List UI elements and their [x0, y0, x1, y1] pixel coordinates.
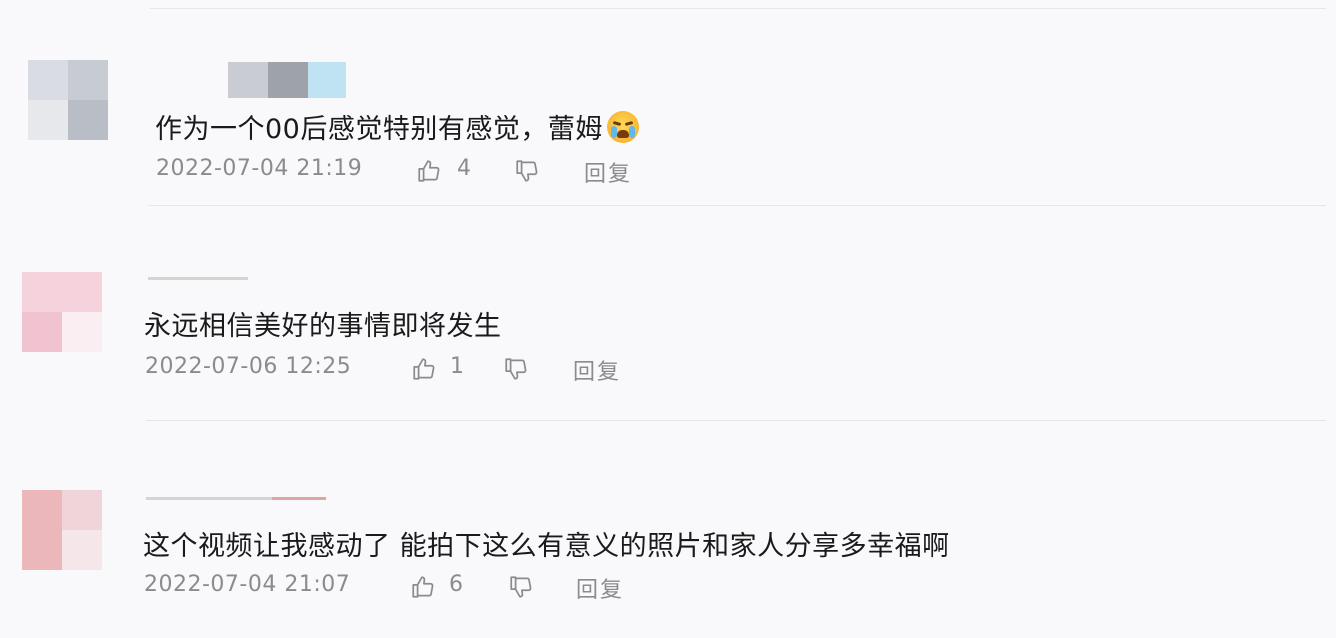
comment-list: 作为一个00后感觉特别有感觉，蕾姆 2022-07-04 21:19 4 回复 …: [0, 0, 1336, 638]
comment-text: 作为一个00后感觉特别有感觉，蕾姆: [155, 107, 639, 146]
loudly-crying-face-icon: [606, 111, 639, 143]
divider: [148, 205, 1326, 206]
comment-meta: 2022-07-04 21:07 6 回复: [144, 572, 664, 604]
comment-item: 永远相信美好的事情即将发生 2022-07-06 12:25 1 回复: [0, 210, 1336, 420]
reply-button[interactable]: 回复: [576, 572, 624, 604]
reply-button[interactable]: 回复: [584, 156, 632, 188]
like-count: 1: [450, 354, 464, 379]
avatar[interactable]: [22, 272, 102, 352]
thumbs-down-icon[interactable]: [514, 158, 540, 184]
comment-time: 2022-07-04 21:19: [156, 156, 363, 181]
comment-meta: 2022-07-04 21:19 4 回复: [156, 156, 676, 188]
like-count: 6: [449, 572, 463, 597]
thumbs-down-icon[interactable]: [503, 356, 529, 382]
thumbs-down-icon[interactable]: [508, 574, 534, 600]
username-blurred[interactable]: [146, 497, 326, 500]
comment-text: 永远相信美好的事情即将发生: [144, 311, 502, 342]
avatar[interactable]: [22, 490, 102, 570]
comment-item: 这个视频让我感动了 能拍下这么有意义的照片和家人分享多幸福啊 2022-07-0…: [0, 420, 1336, 638]
avatar[interactable]: [28, 60, 108, 140]
comment-text: 这个视频让我感动了 能拍下这么有意义的照片和家人分享多幸福啊: [143, 531, 950, 562]
thumbs-up-icon[interactable]: [410, 574, 436, 600]
reply-button[interactable]: 回复: [573, 354, 621, 386]
comment-time: 2022-07-04 21:07: [144, 572, 351, 597]
like-count: 4: [457, 156, 471, 181]
thumbs-up-icon[interactable]: [416, 158, 442, 184]
comment-item: 作为一个00后感觉特别有感觉，蕾姆 2022-07-04 21:19 4 回复: [0, 0, 1336, 210]
username-blurred[interactable]: [228, 62, 346, 98]
comment-meta: 2022-07-06 12:25 1 回复: [145, 354, 665, 386]
comment-time: 2022-07-06 12:25: [145, 354, 352, 379]
username-blurred[interactable]: [148, 277, 248, 280]
thumbs-up-icon[interactable]: [411, 356, 437, 382]
